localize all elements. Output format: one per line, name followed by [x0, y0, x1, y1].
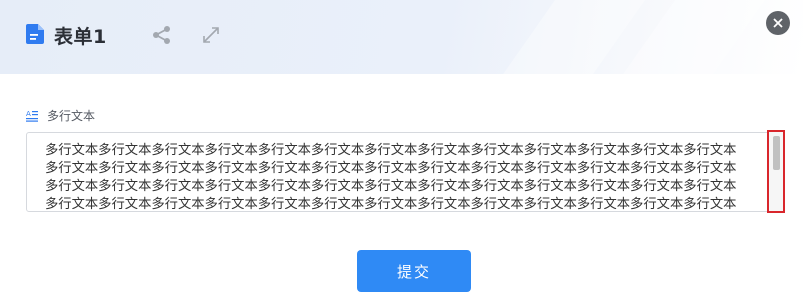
- form-header: 表单1: [0, 0, 803, 74]
- submit-button[interactable]: 提交: [357, 250, 471, 292]
- form-title: 表单1: [54, 26, 107, 48]
- svg-text:A: A: [26, 110, 31, 118]
- multiline-text-value[interactable]: 多行文本多行文本多行文本多行文本多行文本多行文本多行文本多行文本多行文本多行文本…: [45, 142, 749, 211]
- multiline-text-input[interactable]: 多行文本多行文本多行文本多行文本多行文本多行文本多行文本多行文本多行文本多行文本…: [26, 132, 785, 212]
- field-label-row: A 多行文本: [26, 106, 95, 124]
- textarea-scrollbar[interactable]: [767, 130, 785, 213]
- field-label: 多行文本: [47, 108, 96, 123]
- close-icon: [773, 18, 783, 28]
- expand-icon[interactable]: [200, 24, 222, 46]
- scrollbar-thumb[interactable]: [773, 136, 780, 170]
- share-icon[interactable]: [152, 25, 172, 45]
- close-button[interactable]: [766, 11, 790, 35]
- document-icon: [26, 24, 44, 44]
- multiline-text-icon: A: [26, 110, 38, 122]
